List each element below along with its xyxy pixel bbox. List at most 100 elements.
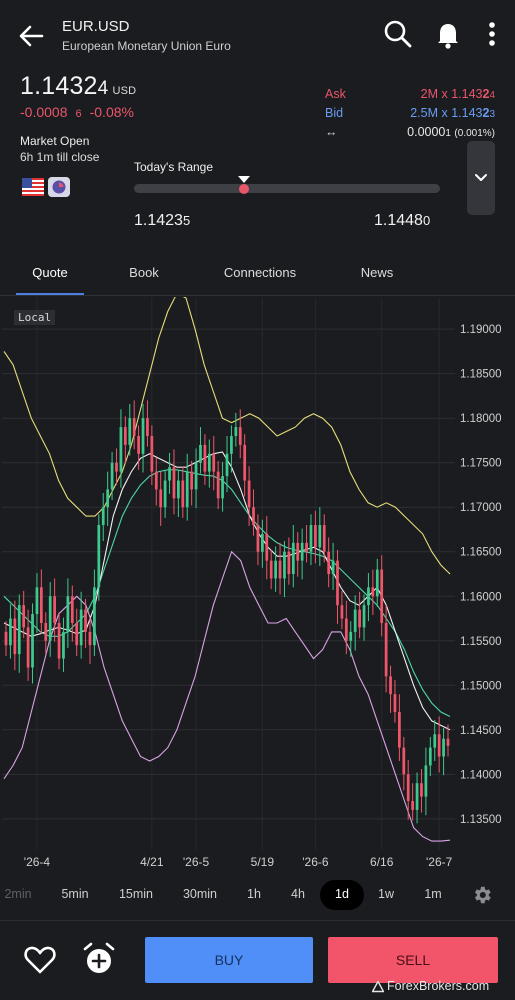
timeframe-1m[interactable]: 1m — [418, 887, 448, 901]
timezone-badge[interactable]: Local — [14, 310, 56, 325]
spread-icon: ↔ — [325, 124, 338, 139]
price-change-pct: -0.08% — [89, 104, 134, 120]
tab-book[interactable]: Book — [112, 265, 176, 280]
tab-quote[interactable]: Quote — [16, 265, 84, 280]
candle-body — [225, 453, 229, 477]
candle-body — [437, 734, 441, 757]
tab-news[interactable]: News — [350, 265, 404, 280]
time-to-close: 6h 1m till close — [20, 150, 100, 164]
gear-icon[interactable] — [471, 884, 493, 906]
price-change: -0.0008 6 -0.08% — [20, 104, 134, 120]
candle-body — [393, 694, 397, 712]
range-high: 1.14480 — [374, 212, 431, 229]
candle-body — [291, 542, 295, 574]
candle-body — [265, 533, 269, 561]
candle-body — [137, 436, 140, 454]
timeframe-15min[interactable]: 15min — [112, 887, 160, 901]
y-tick-label: 1.16500 — [460, 547, 502, 559]
candle-body — [132, 418, 136, 436]
bid-value: 2.5M x 1.14323 — [410, 105, 495, 120]
us-flag-icon — [22, 178, 44, 196]
timeframe-2min[interactable]: 2min — [0, 887, 36, 901]
y-tick-label: 1.15000 — [460, 680, 502, 692]
bid-label: Bid — [325, 105, 344, 120]
y-tick-label: 1.18500 — [460, 369, 502, 381]
candle-body — [168, 467, 171, 481]
heart-icon[interactable] — [22, 942, 58, 978]
bell-icon[interactable] — [432, 18, 464, 50]
candle-body — [353, 609, 357, 632]
timeframe-1h[interactable]: 1h — [240, 887, 268, 901]
candle-body — [375, 569, 379, 597]
candle-body — [384, 622, 388, 677]
price-chart[interactable]: 1.19000 1.18500 1.18000 1.17500 1.17000 1.165… — [0, 297, 515, 877]
candle-body — [93, 587, 96, 646]
candle-body — [433, 734, 437, 748]
candle-body — [309, 525, 313, 552]
candle-body — [221, 476, 224, 499]
candle-body — [119, 427, 123, 472]
todays-range-label: Today's Range — [134, 160, 214, 174]
timeframe-4h[interactable]: 4h — [284, 887, 312, 901]
candle-body — [340, 605, 344, 619]
candle-body — [300, 542, 304, 561]
candle-body — [163, 480, 167, 508]
candle-body — [66, 596, 70, 632]
candle-body — [216, 471, 220, 499]
candle-body — [428, 747, 432, 766]
candle-body — [380, 569, 384, 623]
candle-body — [31, 614, 34, 668]
candle-body — [35, 587, 39, 615]
candle-body — [398, 712, 401, 748]
candle-body — [420, 783, 423, 797]
x-tick-label: '26-5 — [183, 855, 210, 869]
expand-details-button[interactable] — [467, 141, 495, 215]
candle-body — [172, 467, 176, 499]
candle-body — [39, 587, 43, 623]
timeframe-30min[interactable]: 30min — [176, 887, 224, 901]
candle-body — [101, 507, 105, 526]
tab-connections[interactable]: Connections — [208, 265, 312, 280]
buy-button[interactable]: BUY — [145, 937, 313, 983]
candle-body — [128, 418, 132, 445]
candle-body — [84, 609, 87, 632]
timeframe-bar: 2min 5min 15min 30min 1h 4h 1d 1w 1m — [0, 877, 515, 913]
candle-body — [327, 551, 331, 574]
clock-icon — [48, 177, 70, 197]
sell-button[interactable]: SELL — [328, 937, 498, 983]
ask-value: 2M x 1.14324 — [420, 86, 495, 101]
watermark: ForexBrokers.com — [387, 979, 490, 993]
search-icon[interactable] — [382, 18, 414, 50]
candle-body — [44, 622, 48, 641]
todays-range-bar — [134, 184, 440, 193]
x-tick-label: 6/16 — [370, 855, 394, 869]
candle-body — [207, 453, 211, 472]
candle-body — [305, 542, 308, 552]
candle-body — [57, 622, 61, 659]
candle-body — [344, 618, 348, 641]
candle-body — [260, 533, 264, 552]
y-tick-label: 1.19000 — [460, 324, 502, 336]
y-tick-label: 1.17000 — [460, 502, 502, 514]
back-arrow-icon[interactable] — [14, 18, 50, 54]
top-bar: EUR.USD European Monetary Union Euro — [0, 0, 515, 70]
ask-row: Ask 2M x 1.14324 — [325, 84, 495, 103]
alarm-add-icon[interactable] — [80, 940, 118, 978]
candle-body — [115, 462, 118, 472]
timeframe-1d[interactable]: 1d — [320, 887, 364, 901]
tab-bar: Quote Book Connections News — [0, 256, 515, 296]
fast-ma-line — [3, 451, 451, 731]
candle-body — [17, 605, 21, 655]
timeframe-1w[interactable]: 1w — [372, 887, 400, 901]
candle-body — [177, 480, 180, 499]
candle-body — [424, 765, 428, 797]
y-tick-label: 1.14000 — [460, 769, 502, 781]
symbol-ticker: EUR.USD — [62, 18, 130, 35]
timeframe-5min[interactable]: 5min — [54, 887, 96, 901]
candle-body — [212, 453, 216, 472]
candle-body — [62, 631, 65, 659]
x-tick-label: 4/21 — [140, 855, 164, 869]
more-options-icon[interactable] — [476, 18, 508, 50]
candle-body — [389, 676, 392, 695]
candle-body — [252, 507, 255, 526]
